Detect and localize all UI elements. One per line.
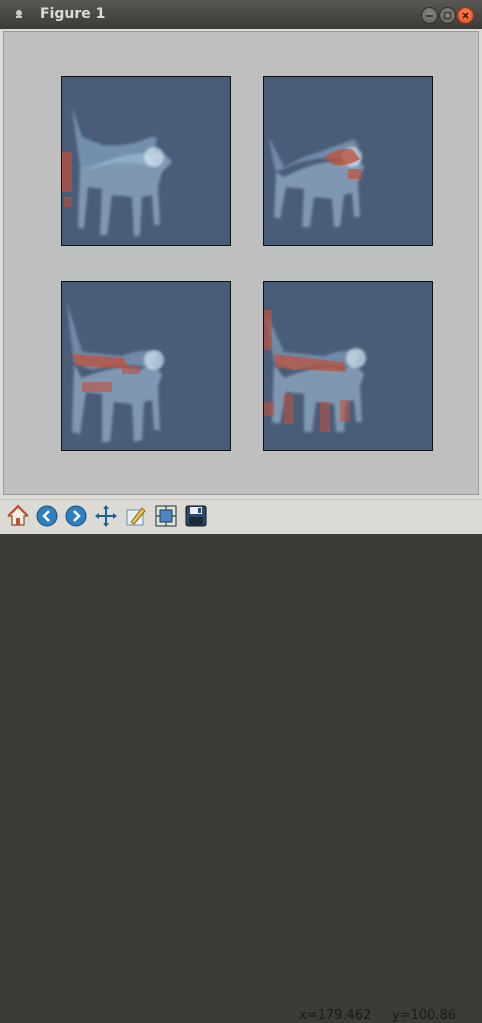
close-button[interactable] xyxy=(457,7,474,24)
configure-subplots-icon xyxy=(126,507,146,526)
pan-button[interactable] xyxy=(92,502,120,530)
figure-canvas[interactable] xyxy=(3,31,479,495)
subplot-1 xyxy=(61,76,231,246)
cat-image-1 xyxy=(62,107,172,237)
zoom-to-rect-button[interactable] xyxy=(152,502,180,530)
configure-subplots-button[interactable] xyxy=(122,502,150,530)
close-icon xyxy=(462,12,469,19)
subplot-3 xyxy=(61,281,231,451)
home-icon xyxy=(7,504,29,526)
save-icon xyxy=(185,505,207,527)
pan-icon xyxy=(95,505,117,527)
back-button[interactable] xyxy=(33,502,61,530)
minimize-icon xyxy=(426,15,433,17)
save-button[interactable] xyxy=(182,502,210,530)
title-bar[interactable]: Figure 1 xyxy=(0,0,482,29)
maximize-button[interactable] xyxy=(439,7,456,24)
cat-image-4 xyxy=(264,310,366,432)
cursor-y-readout: y=100.86 xyxy=(392,1008,457,1023)
figure-window: Figure 1 x=179.462 y=100.86 xyxy=(0,0,482,1023)
minimize-button[interactable] xyxy=(421,7,438,24)
window-title: Figure 1 xyxy=(40,6,106,22)
back-arrow-icon xyxy=(36,505,58,527)
cat-image-2 xyxy=(269,137,364,227)
forward-button[interactable] xyxy=(62,502,90,530)
subplot-4 xyxy=(263,281,433,451)
cursor-x-readout: x=179.462 xyxy=(299,1008,372,1023)
zoom-to-rect-icon xyxy=(155,505,177,527)
navigation-toolbar: x=179.462 y=100.86 xyxy=(0,499,482,1023)
home-button[interactable] xyxy=(4,502,32,530)
maximize-icon xyxy=(443,11,452,20)
forward-arrow-icon xyxy=(65,505,87,527)
subplot-2 xyxy=(263,76,433,246)
app-icon xyxy=(16,10,22,18)
cat-image-3 xyxy=(67,302,164,442)
